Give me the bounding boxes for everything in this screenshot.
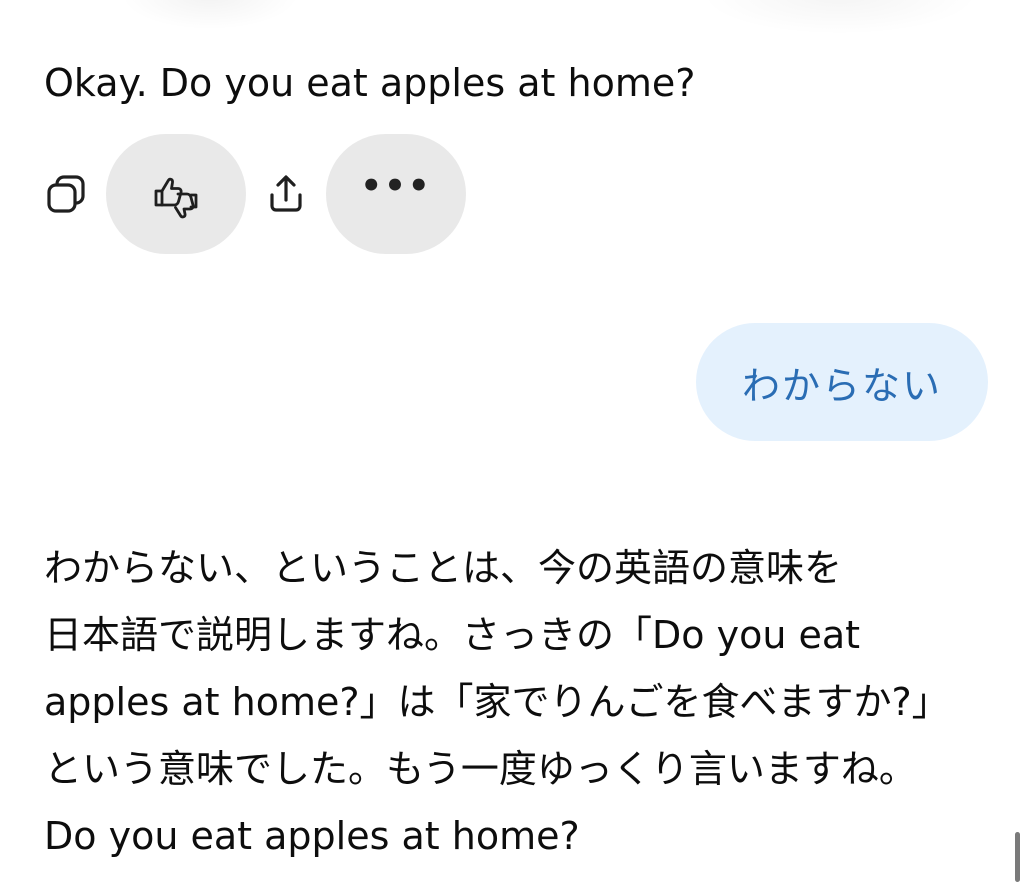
assistant-message-line: Do you eat apples at home? xyxy=(44,814,580,858)
previous-bubble-shadow xyxy=(700,0,980,35)
assistant-message-line: apples at home?」は「家でりんごを食べますか?」 xyxy=(44,680,950,724)
user-message-text: わからない xyxy=(741,363,942,408)
assistant-message-line: 日本語で説明しますね。さっきの「Do you eat xyxy=(44,613,861,657)
scrollbar-thumb[interactable] xyxy=(1015,832,1020,882)
assistant-message: Okay. Do you eat apples at home? xyxy=(44,61,696,105)
share-icon xyxy=(270,175,302,212)
assistant-message-line: わからない、ということは、今の英語の意味を xyxy=(44,546,843,590)
user-message-bubble: わからない xyxy=(696,323,988,441)
more-options-button[interactable]: ••• xyxy=(326,134,466,254)
assistant-message-line: という意味でした。もう一度ゆっくり言いますね。 xyxy=(44,747,917,791)
thumbs-up-down-icon xyxy=(154,177,198,219)
chat-screen: Okay. Do you eat apples at home? ••• わから… xyxy=(0,0,1024,882)
copy-icon xyxy=(47,175,85,213)
feedback-button[interactable] xyxy=(106,134,246,254)
more-icon: ••• xyxy=(360,166,432,206)
share-button[interactable] xyxy=(246,134,326,254)
message-action-row: ••• xyxy=(36,134,466,254)
assistant-message-2: わからない、ということは、今の英語の意味を 日本語で説明しますね。さっきの「Do… xyxy=(44,535,1004,870)
copy-button[interactable] xyxy=(36,134,96,254)
previous-action-button-shadow xyxy=(120,0,300,30)
